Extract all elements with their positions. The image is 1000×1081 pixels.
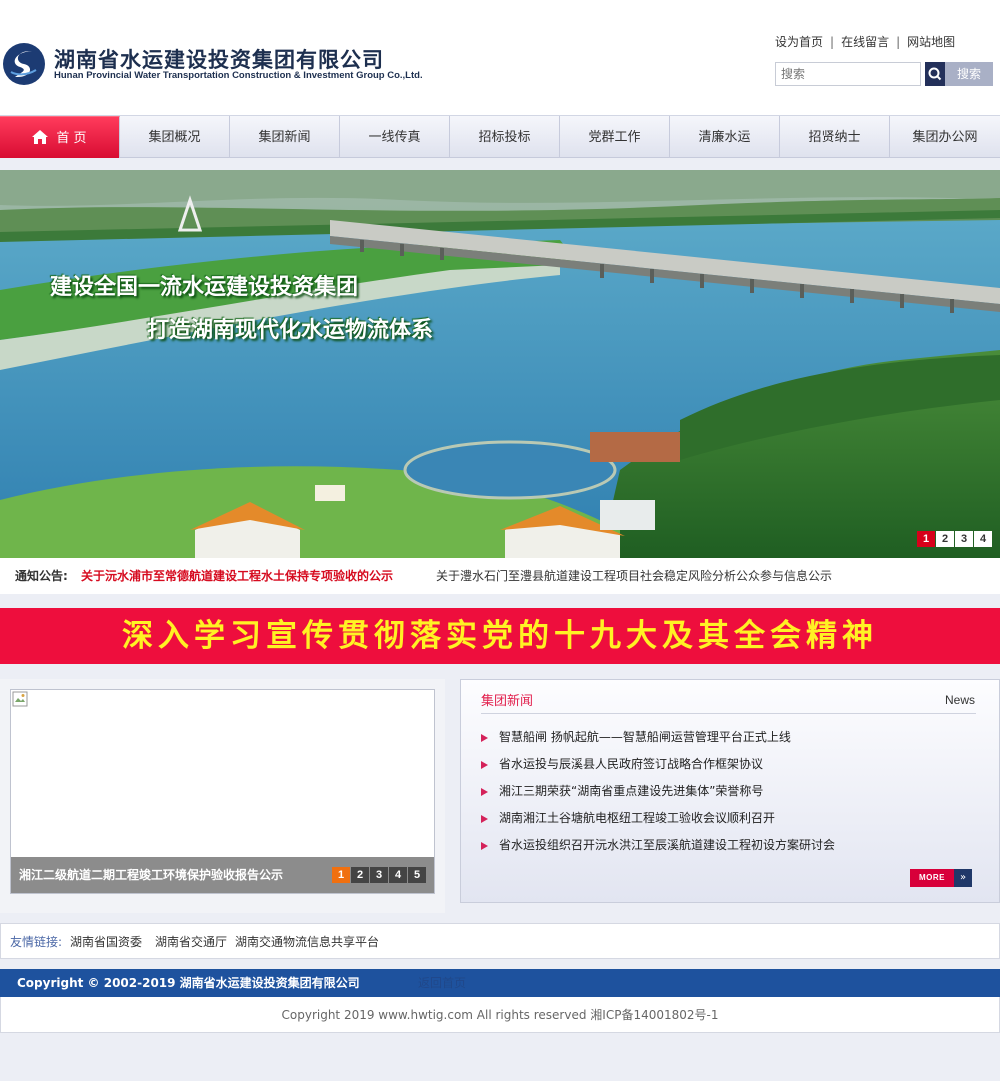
- banner-page-1[interactable]: 1: [917, 531, 935, 547]
- notice-label: 通知公告:: [15, 569, 68, 583]
- news-more-button[interactable]: MORE »: [910, 869, 972, 887]
- footer-icp: Copyright 2019 www.hwtig.com All rights …: [0, 997, 1000, 1033]
- online-message-link[interactable]: 在线留言: [841, 35, 889, 49]
- more-label: MORE: [910, 869, 954, 887]
- banner-page-2[interactable]: 2: [936, 531, 954, 547]
- photo-page-5[interactable]: 5: [408, 867, 426, 883]
- nav-item-integrity[interactable]: 清廉水运: [670, 116, 780, 158]
- news-item-title: 智慧船闸 扬帆起航——智慧船闸运营管理平台正式上线: [499, 730, 791, 744]
- divider: |: [830, 35, 835, 49]
- bullet-arrow-icon: [481, 734, 488, 742]
- broken-image-icon: [12, 691, 28, 707]
- set-homepage-link[interactable]: 设为首页: [775, 35, 823, 49]
- friend-link-transport-dept[interactable]: 湖南省交通厅: [155, 924, 227, 960]
- friend-links-label: 友情链接:: [10, 935, 63, 949]
- search-button[interactable]: 搜索: [945, 62, 993, 86]
- banner-pagination: 1 2 3 4: [917, 531, 992, 547]
- photo-news-pagination: 1 2 3 4 5: [332, 867, 426, 883]
- double-chevron-right-icon: »: [954, 869, 972, 887]
- banner-slogan-line1: 建设全国一流水运建设投资集团: [50, 275, 359, 300]
- friend-link-logistics-platform[interactable]: 湖南交通物流信息共享平台: [235, 924, 379, 960]
- notice-item[interactable]: 关于沅水浦市至常德航道建设工程水土保持专项验收的公示: [81, 558, 393, 594]
- nav-item-recruitment[interactable]: 招贤纳士: [780, 116, 890, 158]
- friend-links: 友情链接: 湖南省国资委 湖南省交通厅 湖南交通物流信息共享平台: [0, 923, 1000, 959]
- slogan-text: 深入学习宣传贯彻落实党的十九大及其全会精神: [122, 618, 878, 654]
- banner-page-4[interactable]: 4: [974, 531, 992, 547]
- banner-image: [0, 170, 1000, 558]
- group-news-english-title: News: [944, 693, 975, 707]
- main-nav: 首 页 集团概况 集团新闻 一线传真 招标投标 党群工作 清廉水运 招贤纳士 集…: [0, 115, 1000, 158]
- news-item[interactable]: 省水运投组织召开沅水洪江至辰溪航道建设工程初设方案研讨会: [481, 837, 835, 864]
- news-item-title: 湖南湘江土谷塘航电枢纽工程竣工验收会议顺利召开: [499, 811, 776, 825]
- sitemap-link[interactable]: 网站地图: [907, 35, 955, 49]
- bullet-arrow-icon: [481, 788, 488, 796]
- nav-item-group-news[interactable]: 集团新闻: [230, 116, 340, 158]
- footer-copyright: Copyright © 2002-2019 湖南省水运建设投资集团有限公司: [17, 976, 360, 990]
- news-item-title: 省水运投组织召开沅水洪江至辰溪航道建设工程初设方案研讨会: [499, 838, 836, 852]
- nav-item-bidding[interactable]: 招标投标: [450, 116, 560, 158]
- site-header: 湖南省水运建设投资集团有限公司 Hunan Provincial Water T…: [0, 0, 1000, 115]
- hero-banner[interactable]: 建设全国一流水运建设投资集团 打造湖南现代化水运物流体系 1 2 3 4: [0, 170, 1000, 558]
- logo-english-name: Hunan Provincial Water Transportation Co…: [54, 70, 423, 81]
- home-icon: [32, 129, 49, 144]
- photo-page-3[interactable]: 3: [370, 867, 388, 883]
- nav-item-home[interactable]: 首 页: [0, 116, 120, 158]
- photo-page-1[interactable]: 1: [332, 867, 350, 883]
- group-news-title[interactable]: 集团新闻: [481, 690, 533, 709]
- logo-mark-icon: [3, 43, 45, 85]
- notice-ticker: 通知公告: 关于沅水浦市至常德航道建设工程水土保持专项验收的公示 关于澧水石门至…: [0, 558, 1000, 594]
- footer-bar: Copyright © 2002-2019 湖南省水运建设投资集团有限公司 返回…: [0, 969, 1000, 997]
- news-item[interactable]: 智慧船闸 扬帆起航——智慧船闸运营管理平台正式上线: [481, 729, 835, 756]
- news-item[interactable]: 省水运投与辰溪县人民政府签订战略合作框架协议: [481, 756, 835, 783]
- back-home-link[interactable]: 返回首页: [418, 969, 466, 997]
- slogan-banner: 深入学习宣传贯彻落实党的十九大及其全会精神: [0, 608, 1000, 664]
- news-item-title: 省水运投与辰溪县人民政府签订战略合作框架协议: [499, 757, 764, 771]
- banner-slogan-line2: 打造湖南现代化水运物流体系: [147, 318, 434, 343]
- nav-item-frontline-fax[interactable]: 一线传真: [340, 116, 450, 158]
- friend-link-sasac[interactable]: 湖南省国资委: [70, 924, 142, 960]
- bullet-arrow-icon: [481, 842, 488, 850]
- photo-page-2[interactable]: 2: [351, 867, 369, 883]
- bullet-arrow-icon: [481, 815, 488, 823]
- photo-news-slide[interactable]: 湘江二级航道二期工程竣工环境保护验收报告公示 1 2 3 4 5: [10, 689, 435, 894]
- notice-item[interactable]: 关于澧水石门至澧县航道建设工程项目社会稳定风险分析公众参与信息公示: [436, 558, 832, 594]
- search-input[interactable]: [775, 62, 921, 86]
- search-icon: [928, 67, 942, 81]
- divider: [481, 713, 976, 714]
- group-news-list: 智慧船闸 扬帆起航——智慧船闸运营管理平台正式上线 省水运投与辰溪县人民政府签订…: [481, 729, 835, 864]
- search-icon-button[interactable]: [925, 62, 945, 86]
- news-item-title: 湘江三期荣获“湖南省重点建设先进集体”荣誉称号: [499, 784, 764, 798]
- bullet-arrow-icon: [481, 761, 488, 769]
- news-item[interactable]: 湘江三期荣获“湖南省重点建设先进集体”荣誉称号: [481, 783, 835, 810]
- nav-item-office-network[interactable]: 集团办公网: [890, 116, 1000, 158]
- group-news-panel: 集团新闻 News 智慧船闸 扬帆起航——智慧船闸运营管理平台正式上线 省水运投…: [460, 679, 1000, 903]
- news-item[interactable]: 湖南湘江土谷塘航电枢纽工程竣工验收会议顺利召开: [481, 810, 835, 837]
- nav-item-party-work[interactable]: 党群工作: [560, 116, 670, 158]
- photo-news-panel: 湘江二级航道二期工程竣工环境保护验收报告公示 1 2 3 4 5: [0, 679, 445, 913]
- photo-news-caption[interactable]: 湘江二级航道二期工程竣工环境保护验收报告公示: [19, 857, 283, 893]
- banner-page-3[interactable]: 3: [955, 531, 973, 547]
- photo-news-caption-bar: 湘江二级航道二期工程竣工环境保护验收报告公示 1 2 3 4 5: [11, 857, 434, 893]
- site-logo[interactable]: 湖南省水运建设投资集团有限公司 Hunan Provincial Water T…: [2, 42, 462, 88]
- nav-item-group-overview[interactable]: 集团概况: [120, 116, 230, 158]
- photo-page-4[interactable]: 4: [389, 867, 407, 883]
- divider: |: [896, 35, 901, 49]
- nav-label: 首 页: [56, 131, 87, 146]
- top-links: 设为首页 | 在线留言 | 网站地图: [775, 33, 955, 50]
